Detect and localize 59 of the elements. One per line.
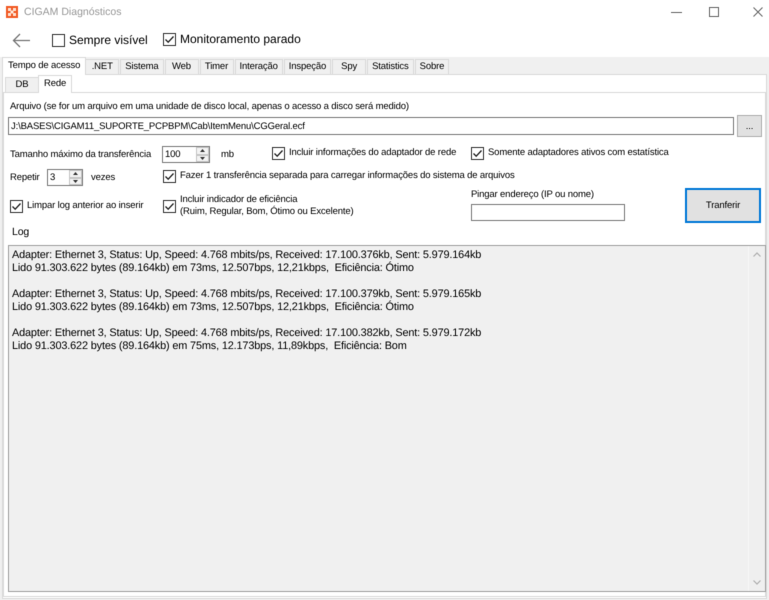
checkbox[interactable] [163,200,176,212]
tab[interactable]: Rede [38,75,72,93]
tab[interactable]: Sistema [120,59,164,74]
log-line: Adapter: Ethernet 3, Status: Up, Speed: 4.768 mbits/ps, Received: 17.100.379kb, Sent: 5.979.165kb [12,288,482,300]
checkbox-label[interactable]: Monitoramento parado [180,32,301,47]
checkbox-label[interactable]: Limpar log anterior ao inserir [27,200,144,212]
spin-up-button[interactable] [196,147,209,154]
tab[interactable]: Sobre [414,59,450,74]
tab[interactable]: .NET [85,59,120,74]
tab[interactable]: Spy [332,59,366,74]
log-line: Adapter: Ethernet 3, Status: Up, Speed: 4.768 mbits/ps, Received: 17.100.382kb, Sent: 5.979.172kb [12,327,482,340]
unit-label: mb [221,148,235,161]
browse-button[interactable]: ... [737,115,762,137]
checkbox[interactable] [163,33,176,46]
back-arrow-icon[interactable] [12,33,31,48]
window-title: CIGAM Diagnósticos [24,6,122,18]
checkbox[interactable] [52,34,65,47]
maximize-icon[interactable] [709,7,719,17]
number-input[interactable]: 3 [48,170,69,185]
tab[interactable]: Inspeção [284,59,332,74]
number-input[interactable]: 100 [163,147,196,162]
log-label: Log [12,226,30,239]
field-label: Pingar endereço (IP ou nome) [471,188,595,201]
tab[interactable]: Tempo de acesso [2,57,86,75]
number-field[interactable]: 100 [162,146,210,163]
caret-up-icon [200,149,205,152]
tab[interactable]: DB [5,77,39,92]
number-field[interactable]: 3 [47,169,83,186]
tab[interactable]: Statistics [367,59,414,74]
transfer-button[interactable]: Tranferir [685,188,761,223]
log-line: Lido 91.303.622 bytes (89.164kb) em 73ms, 12.507bps, 12,21kbps, Eficiência: Ótimo [12,262,415,275]
log-line: Adapter: Ethernet 3, Status: Up, Speed: 4.768 mbits/ps, Received: 17.100.376kb, Sent: 5.979.164kb [12,249,482,262]
checkbox-label[interactable]: Somente adaptadores ativos com estatística [488,147,669,159]
checkbox-label[interactable]: Sempre visível [69,33,148,48]
field-label: Arquivo (se for um arquivo em uma unidade de disco local, apenas o acesso a disco será medido) [10,100,410,113]
close-icon[interactable] [753,7,763,17]
checkbox-label[interactable]: Fazer 1 transferência separada para carregar informações do sistema de arquivos [180,170,515,182]
caret-up-icon [73,172,78,176]
checkbox[interactable] [163,170,176,182]
app-icon [6,6,18,18]
checkbox[interactable] [272,146,285,160]
caret-down-icon [73,180,78,183]
input-field[interactable]: J:\BASES\CIGAM11_SUPORTE_PCPBPM\Cab\ItemMenu\CGGeral.ecf [8,117,734,135]
checkbox-label[interactable]: Incluir indicador de eficiência (Ruim, Regular, Bom, Ótimo ou Excelente) [180,194,354,218]
spin-up-button[interactable] [69,170,82,178]
field-label: Tamanho máximo da transferência [10,148,152,161]
checkbox[interactable] [10,200,23,212]
unit-label: vezes [91,171,116,184]
checkbox-label[interactable]: Incluir informações do adaptador de rede [289,147,456,159]
tab[interactable]: Web [164,59,198,74]
checkbox[interactable] [471,146,484,160]
input-field[interactable] [471,204,625,221]
tab[interactable]: Interação [234,59,283,74]
field-label: Repetir [10,171,41,184]
caret-down-icon [200,156,205,160]
log-textbox[interactable] [8,245,766,592]
tab[interactable]: Timer [200,59,234,74]
log-line: Lido 91.303.622 bytes (89.164kb) em 75ms, 12.173bps, 11,89kbps, Eficiência: Bom [12,340,408,353]
log-line: Lido 91.303.622 bytes (89.164kb) em 73ms, 12.507bps, 12,21kbps, Eficiência: Ótimo [12,301,415,314]
